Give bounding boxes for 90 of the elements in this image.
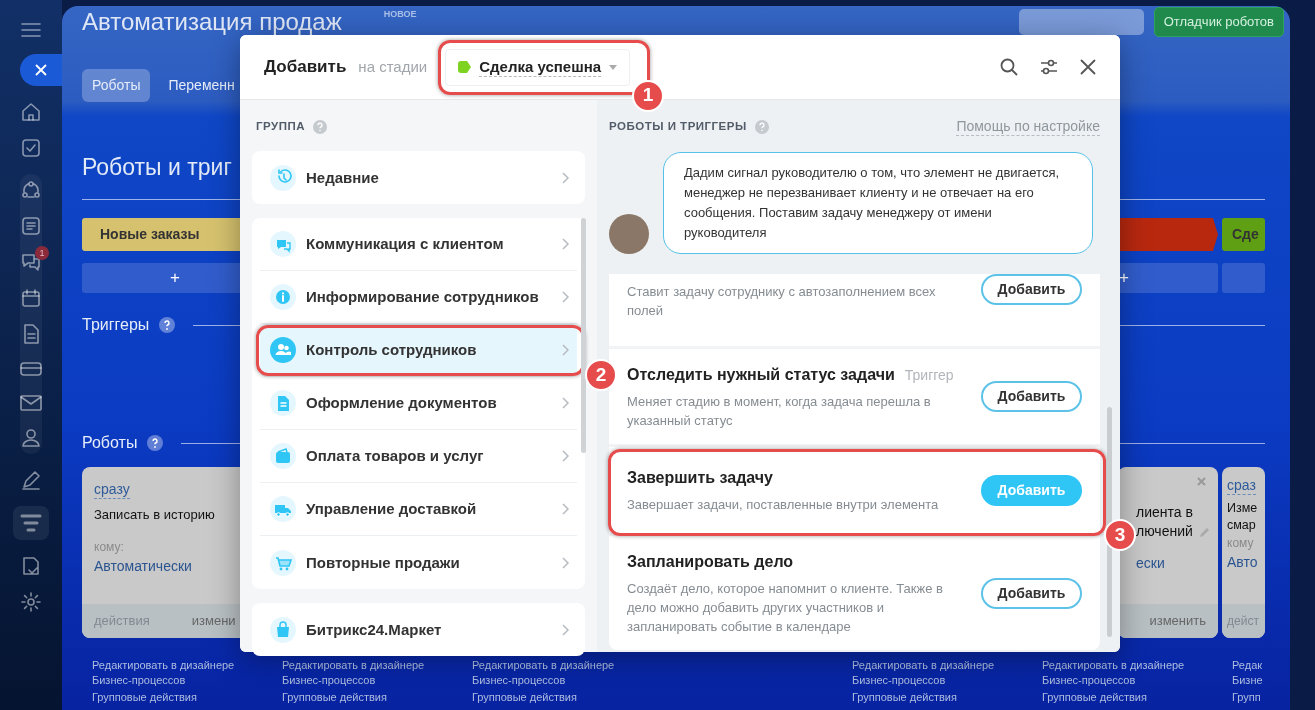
recipient-value[interactable]: ески [1136,553,1206,574]
recipient-value[interactable]: Авто [1227,551,1265,573]
robot-description: Завершает задачи, поставленные внутри элемента [627,496,939,514]
designer-link[interactable]: Редактировать в дизайнере Бизнес-процессов [462,658,632,688]
designer-link[interactable]: Редактировать в дизайнере Бизнес-процессов [842,658,1012,688]
chat-icon [270,231,296,258]
debugger-button[interactable]: Отладчик роботов [1153,7,1284,37]
search-icon[interactable] [1000,58,1018,76]
tab[interactable]: Переменн [158,69,245,102]
close-button[interactable] [20,54,62,86]
pencil-icon[interactable] [21,470,41,490]
checkbox-icon[interactable] [21,138,41,158]
step-number: 1 [632,79,665,112]
new-label: НОВОЕ [383,8,417,21]
chat-icon[interactable] [20,252,42,272]
robot-description: Ставит задачу сотруднику с автозаполнением всех полей [627,283,937,320]
designer-link[interactable]: Редак Бизне [1222,658,1265,688]
circles-icon[interactable] [21,180,41,200]
chevron-icon [562,344,569,357]
mail-icon[interactable] [20,394,42,412]
robot-description: Меняет стадию в момент, когда задача перешла в указанный статус [627,393,932,430]
clock-icon [270,164,296,191]
newspaper-icon[interactable] [21,216,41,236]
add-button[interactable]: Добавить [981,577,1082,609]
chevron-icon [562,171,569,184]
chevron-icon [562,291,569,304]
delay-link[interactable]: сразу [94,481,130,499]
designer-link[interactable]: Редактировать в дизайнере Бизнес-процессов [82,658,252,688]
robots-label: Роботы [82,433,138,453]
chevron-icon [562,623,569,636]
home-icon[interactable] [21,102,41,122]
page-title: Автоматизация продаж [82,7,342,37]
recipient-label: кому: [94,539,125,556]
chevron-icon [562,503,569,516]
wallet-icon [270,443,296,470]
group-actions-link[interactable]: Групповые действия [1032,689,1218,706]
stage-prefix: на стадии [358,56,428,77]
group-actions-link[interactable]: Групп [1222,689,1265,706]
dialog-title: Добавить [264,56,347,79]
chevron-icon [562,397,569,410]
group-item[interactable]: Контроль сотрудников [260,324,577,378]
document-icon [270,390,296,417]
edit-link[interactable]: измени [191,611,236,631]
add-button[interactable]: Добавить [981,274,1082,305]
card-icon[interactable] [20,360,42,378]
panel-heading: РОБОТЫ И ТРИГГЕРЫ [609,119,747,135]
help-icon[interactable] [159,317,176,333]
chevron-icon [562,556,569,569]
designer-link[interactable]: Редактировать в дизайнере Бизнес-процессов [272,658,442,688]
robot-title: Запланировать дело [627,552,794,572]
notification-badge: 1 [35,246,49,260]
add-button[interactable]: Добавить [981,381,1082,412]
cart-icon [270,549,296,576]
stage-selector[interactable]: Сделка успешна [445,48,631,86]
designer-link[interactable]: Редактировать в дизайнере Бизнес-процессов [1032,658,1202,688]
calendar-icon[interactable] [21,288,41,308]
chevron-icon [562,450,569,463]
stage-bar: Сде [1222,218,1265,251]
group-actions-link[interactable]: Групповые действия [82,689,268,706]
triggers-label: Триггеры [82,315,150,335]
close-icon [35,64,47,76]
recipient-label: кому [1227,534,1255,552]
group-actions-link[interactable]: Групповые действия [842,689,1028,706]
document-icon[interactable] [22,324,40,344]
avatar-placeholder [609,214,649,254]
caret-icon [609,64,618,70]
help-icon[interactable] [147,435,164,451]
bag-icon [270,616,296,643]
delay-link[interactable]: сраз [1227,477,1256,495]
settings-icon[interactable] [21,592,41,612]
info-icon [270,284,296,311]
hint-bubble: Дадим сигнал руководителю о том, что элемент не двигается, менеджер не перезванивает клиенту и не отвечает на его сообщения. Поставим задачу менеджеру от имени руководителя [663,152,1093,254]
menu-icon[interactable] [21,22,41,38]
trigger-tag: Триггер [904,365,954,386]
sliders-icon[interactable] [1040,59,1058,75]
robot-title: Записать в историю [94,506,216,524]
robot-title: Отследить нужный статус задачи [627,365,895,385]
close-icon[interactable] [1080,59,1096,75]
robot-description: Создаёт дело, которое напомнит о клиенте. Также в дело можно добавить других участников и запланировать событие в календаре [627,580,944,636]
document-icon[interactable] [21,556,41,576]
panel-heading: ГРУППА [256,119,306,134]
robot-title: Завершить задачу [627,468,773,488]
section-title: Роботы и триг [82,153,232,182]
truck-icon [270,496,296,523]
group-actions-link[interactable]: Групповые действия [462,689,648,706]
group-actions-link[interactable]: Групповые действия [272,689,458,706]
robot-title: лиента в лючений [1136,503,1193,541]
add-robot-button[interactable]: + [1118,263,1218,293]
chevron-icon [562,238,569,251]
robot-title: Изме смар [1227,499,1259,534]
